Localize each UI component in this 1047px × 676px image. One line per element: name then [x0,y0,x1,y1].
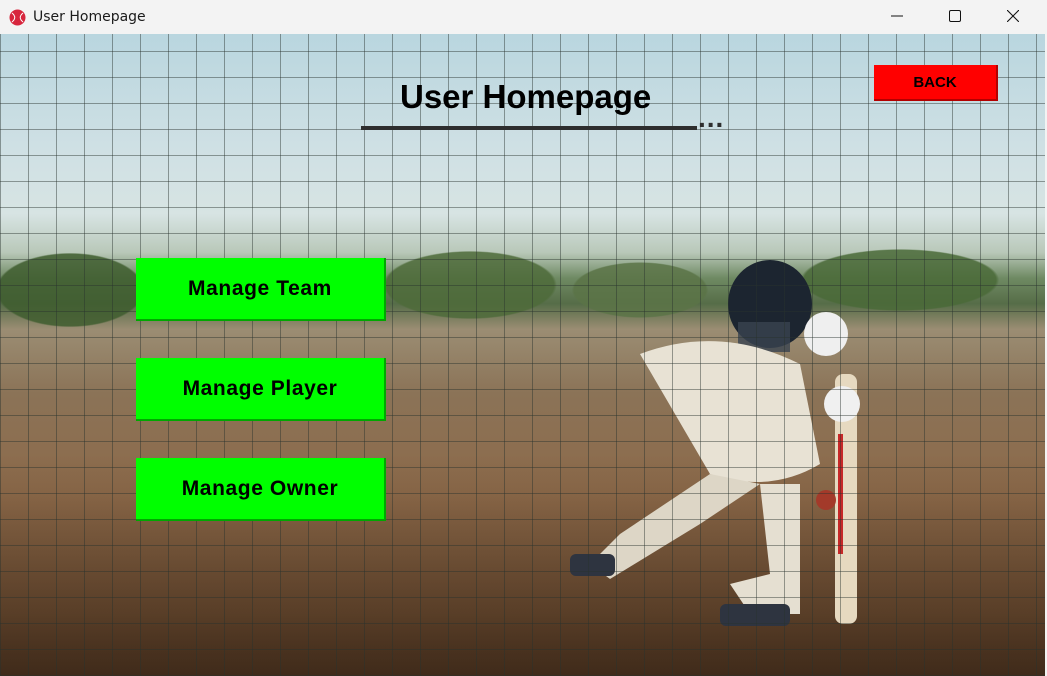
title-underline [361,126,697,130]
close-button[interactable] [984,0,1042,32]
cricket-ball-icon [9,9,26,26]
maximize-icon [949,10,961,22]
minimize-icon [891,15,903,17]
minimize-button[interactable] [868,0,926,32]
manage-team-button[interactable]: Manage Team [136,258,386,321]
app-window: User Homepage User Homepage ... BACK Man… [0,0,1047,676]
title-suffix: ... [698,102,725,133]
maximize-button[interactable] [926,0,984,32]
homepage-canvas: User Homepage ... BACK Manage Team Manag… [0,34,1045,676]
window-title: User Homepage [33,9,146,25]
manage-owner-button[interactable]: Manage Owner [136,458,386,521]
cricket-net-overlay [0,34,1045,676]
page-title: User Homepage [400,78,652,115]
close-icon [1007,10,1019,22]
back-button[interactable]: BACK [874,65,998,101]
title-bar[interactable]: User Homepage [0,0,1047,34]
manage-player-button[interactable]: Manage Player [136,358,386,421]
